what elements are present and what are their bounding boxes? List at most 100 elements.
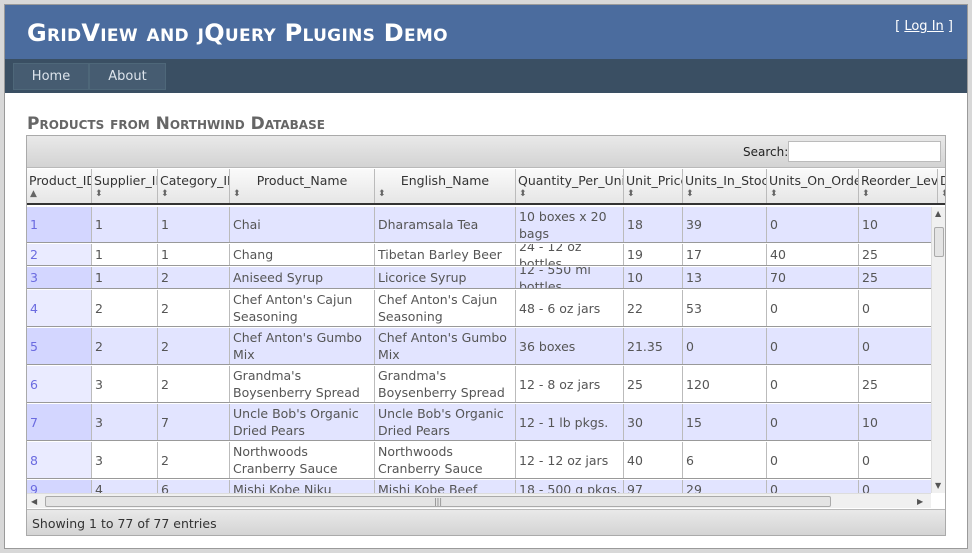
column-header-product-name[interactable]: Product_Name ⬍ <box>230 169 375 203</box>
column-header-quantity-per-unit[interactable]: Quantity_Per_Unit ⬍ <box>516 169 624 203</box>
table-cell: Grandma's Boysenberry Spread <box>375 366 516 402</box>
table-cell: 2 <box>158 267 230 288</box>
table-cell: 1 <box>92 267 158 288</box>
table-cell: Chef Anton's Gumbo Mix <box>375 328 516 364</box>
column-header-label: Units_In_Stock <box>685 173 767 188</box>
sort-both-icon: ⬍ <box>95 189 103 199</box>
table-cell: 5 <box>27 328 92 364</box>
table-cell: Licorice Syrup <box>375 267 516 288</box>
column-header-units-in-stock[interactable]: Units_In_Stock ⬍ <box>683 169 767 203</box>
table-cell: 4 <box>92 480 158 493</box>
column-header-label: English_Name <box>400 173 490 188</box>
table-row[interactable]: 6 3 2 Grandma's Boysenberry Spread Grandma's… <box>27 366 931 403</box>
horizontal-scroll-thumb[interactable]: ||| <box>45 496 831 507</box>
table-cell: 0 <box>767 480 859 493</box>
table-row[interactable]: 4 2 2 Chef Anton's Cajun Seasoning Chef Anto… <box>27 290 931 327</box>
grid-toolbar-bottom: Showing 1 to 77 of 77 entries <box>27 509 945 535</box>
table-cell: 25 <box>859 366 931 402</box>
search-input[interactable] <box>788 141 941 162</box>
login-link[interactable]: Log In <box>904 19 943 34</box>
column-header-unit-price[interactable]: Unit_Price ⬍ <box>624 169 683 203</box>
table-cell: 0 <box>767 442 859 478</box>
sort-both-icon: ⬍ <box>378 189 386 199</box>
column-header-d[interactable]: D⬍ <box>938 169 945 203</box>
nav-home[interactable]: Home <box>13 63 89 90</box>
table-cell: 53 <box>683 290 767 326</box>
column-header-units-on-order[interactable]: Units_On_Order ⬍ <box>767 169 859 203</box>
table-cell: 22 <box>624 290 683 326</box>
sort-both-icon: ⬍ <box>686 189 694 199</box>
scroll-down-icon[interactable]: ▼ <box>935 481 941 491</box>
table-cell: 2 <box>158 366 230 402</box>
table-row[interactable]: 8 3 2 Northwoods Cranberry Sauce Northwoods … <box>27 442 931 479</box>
scroll-up-icon[interactable]: ▲ <box>935 209 941 219</box>
table-cell: 70 <box>767 267 859 288</box>
scroll-right-icon[interactable]: ▶ <box>917 497 923 507</box>
table-cell: Uncle Bob's Organic Dried Pears <box>230 404 375 440</box>
vertical-scroll-thumb[interactable] <box>934 227 944 257</box>
table-cell: 4 <box>27 290 92 326</box>
table-cell: Aniseed Syrup <box>230 267 375 288</box>
column-header-label: D <box>940 173 945 188</box>
table-cell: 9 <box>27 480 92 493</box>
grid-toolbar-top: Search: <box>27 136 945 168</box>
vertical-scrollbar[interactable]: ▲ ▼ <box>931 207 945 493</box>
table-cell: 7 <box>158 404 230 440</box>
table-cell: 15 <box>683 404 767 440</box>
scroll-left-icon[interactable]: ◀ <box>31 497 37 507</box>
column-header-label: Product_Name <box>256 173 348 188</box>
login-bracket-open: [ <box>895 19 905 34</box>
table-cell: 12 - 8 oz jars <box>516 366 624 402</box>
table-cell: 0 <box>683 328 767 364</box>
table-cell: 40 <box>624 442 683 478</box>
column-header-product-id[interactable]: Product_ID ▲ <box>27 169 92 203</box>
column-header-reorder-level[interactable]: Reorder_Level⬍ <box>859 169 938 203</box>
sort-both-icon: ⬍ <box>862 189 870 199</box>
table-body: 1 1 1 Chai Dharamsala Tea 10 boxes x 20 bags 1… <box>27 207 931 493</box>
search-label: Search: <box>743 145 789 159</box>
nav-about[interactable]: About <box>89 63 166 90</box>
nav-menu: Home About <box>5 59 967 93</box>
table-cell: Grandma's Boysenberry Spread <box>230 366 375 402</box>
site-header: GridView and jQuery Plugins Demo [ Log I… <box>5 5 967 59</box>
table-cell: 30 <box>624 404 683 440</box>
table-cell: 0 <box>767 328 859 364</box>
column-header-label: Units_On_Order <box>769 173 859 188</box>
table-row[interactable]: 3 1 2 Aniseed Syrup Licorice Syrup 12 - 550 m… <box>27 267 931 289</box>
column-header-category-id[interactable]: Category_ID ⬍ <box>158 169 230 203</box>
horizontal-scrollbar[interactable]: ◀ ||| ▶ <box>27 493 931 508</box>
table-row[interactable]: 5 2 2 Chef Anton's Gumbo Mix Chef Anton's Gu… <box>27 328 931 365</box>
table-cell: 19 <box>624 244 683 265</box>
table-row[interactable]: 1 1 1 Chai Dharamsala Tea 10 boxes x 20 bags 1… <box>27 207 931 243</box>
table-cell: 0 <box>859 290 931 326</box>
table-cell: Chang <box>230 244 375 265</box>
app-title: GridView and jQuery Plugins Demo <box>27 19 448 47</box>
table-row[interactable]: 7 3 7 Uncle Bob's Organic Dried Pears Uncle … <box>27 404 931 441</box>
table-cell: 12 - 550 ml bottles <box>516 267 624 288</box>
sort-ascending-icon: ▲ <box>30 189 37 199</box>
table-row[interactable]: 2 1 1 Chang Tibetan Barley Beer 24 - 12 oz bo… <box>27 244 931 266</box>
table-cell: Dharamsala Tea <box>375 207 516 242</box>
table-cell: 10 <box>859 207 931 242</box>
table-cell: Tibetan Barley Beer <box>375 244 516 265</box>
column-header-english-name[interactable]: English_Name ⬍ <box>375 169 516 203</box>
table-cell: 2 <box>158 290 230 326</box>
table-cell: Chai <box>230 207 375 242</box>
table-cell: 21.35 <box>624 328 683 364</box>
sort-both-icon: ⬍ <box>161 189 169 199</box>
login-bracket-close: ] <box>943 19 953 34</box>
table-row[interactable]: 9 4 6 Mishi Kobe Niku Mishi Kobe Beef 18 - 50… <box>27 480 931 493</box>
sort-both-icon: ⬍ <box>519 189 527 199</box>
table-cell: 0 <box>767 207 859 242</box>
table-header: Product_ID ▲ Supplier_ID ⬍ Category_ID ⬍ Produ… <box>27 169 945 205</box>
table-cell: Chef Anton's Cajun Seasoning <box>230 290 375 326</box>
table-cell: 1 <box>158 207 230 242</box>
table-cell: 25 <box>624 366 683 402</box>
table-cell: 18 - 500 g pkgs. <box>516 480 624 493</box>
sort-both-icon: ⬍ <box>770 189 778 199</box>
table-cell: 3 <box>27 267 92 288</box>
table-cell: 48 - 6 oz jars <box>516 290 624 326</box>
table-cell: 13 <box>683 267 767 288</box>
table-cell: 12 - 12 oz jars <box>516 442 624 478</box>
column-header-supplier-id[interactable]: Supplier_ID ⬍ <box>92 169 158 203</box>
